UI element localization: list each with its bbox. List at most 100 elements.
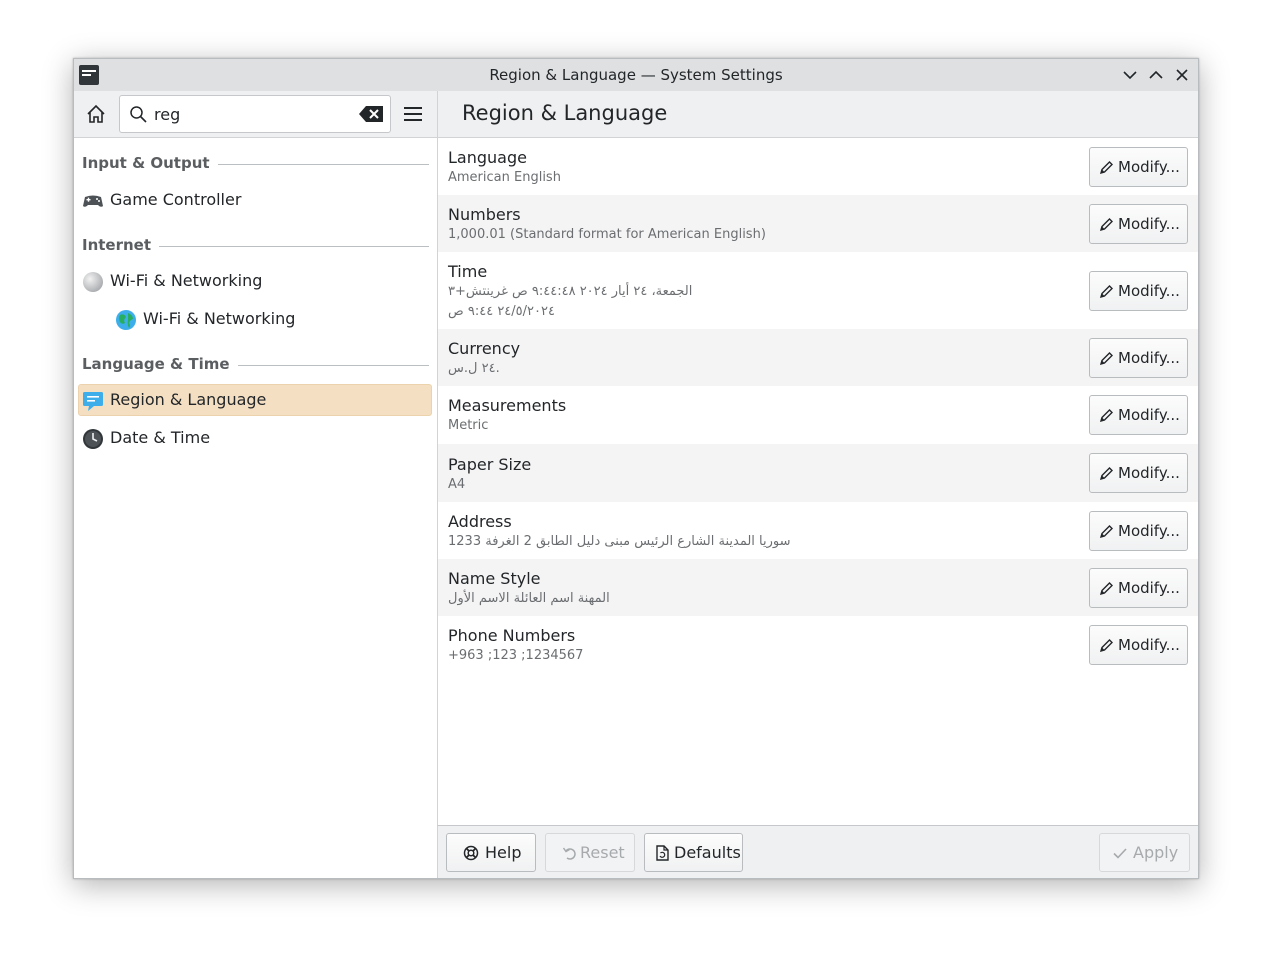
setting-title: Name Style	[448, 569, 541, 588]
modify-button-paper-size[interactable]: Modify...	[1089, 453, 1188, 493]
sidebar-item-wifi-networking[interactable]: Wi-Fi & Networking	[78, 265, 432, 297]
sidebar-item-label: Wi-Fi & Networking	[143, 309, 296, 328]
checkmark-icon	[1112, 845, 1128, 861]
setting-value: A4	[448, 477, 466, 492]
setting-title: Language	[448, 148, 527, 167]
category-label: Internet	[82, 236, 160, 254]
edit-pencil-icon	[1099, 524, 1114, 539]
setting-value: American English	[448, 170, 561, 185]
modify-button-address[interactable]: Modify...	[1089, 511, 1188, 551]
edit-pencil-icon	[1099, 284, 1114, 299]
modify-label: Modify...	[1118, 464, 1180, 482]
modify-label: Modify...	[1118, 282, 1180, 300]
region-language-icon	[82, 390, 104, 412]
setting-title: Numbers	[448, 205, 521, 224]
system-settings-window: Region & Language — System Settings reg …	[73, 58, 1199, 879]
modify-button-phone-numbers[interactable]: Modify...	[1089, 625, 1188, 665]
setting-value: المهنة اسم العائلة الاسم الأول	[448, 591, 610, 606]
maximize-icon[interactable]	[1148, 67, 1164, 83]
edit-pencil-icon	[1099, 638, 1114, 653]
apply-label: Apply	[1133, 843, 1179, 862]
gamepad-icon	[82, 190, 104, 212]
setting-row-name-style: Name Style المهنة اسم العائلة الاسم الأو…	[438, 559, 1198, 616]
setting-row-address: Address 123سوريا المدينة الشارع الرئيس م…	[438, 502, 1198, 559]
edit-pencil-icon	[1099, 351, 1114, 366]
minimize-icon[interactable]	[1122, 67, 1138, 83]
page-title: Region & Language	[462, 101, 668, 125]
setting-value: +963 ;123 ;1234567	[448, 648, 584, 663]
modify-label: Modify...	[1118, 579, 1180, 597]
setting-value: 123سوريا المدينة الشارع الرئيس مبنى دليل…	[448, 534, 791, 549]
edit-pencil-icon	[1099, 581, 1114, 596]
edit-pencil-icon	[1099, 408, 1114, 423]
sidebar-item-label: Game Controller	[110, 190, 242, 209]
content-header: Region & Language	[437, 91, 1198, 138]
modify-button-numbers[interactable]: Modify...	[1089, 204, 1188, 244]
sidebar: Input & Output Game Controller Internet …	[74, 138, 437, 878]
help-lifebuoy-icon	[463, 845, 479, 861]
modify-button-measurements[interactable]: Modify...	[1089, 395, 1188, 435]
setting-title: Phone Numbers	[448, 626, 576, 645]
window-title: Region & Language — System Settings	[489, 66, 783, 84]
category-language-time: Language & Time	[82, 355, 429, 375]
network-globe-icon	[82, 271, 104, 293]
sidebar-item-region-language[interactable]: Region & Language	[78, 384, 432, 416]
sidebar-item-date-time[interactable]: Date & Time	[78, 422, 432, 454]
modify-button-time[interactable]: Modify...	[1089, 271, 1188, 311]
modify-label: Modify...	[1118, 215, 1180, 233]
undo-icon	[562, 845, 578, 861]
edit-pencil-icon	[1099, 466, 1114, 481]
reset-button[interactable]: Reset	[545, 833, 635, 872]
setting-row-phone-numbers: Phone Numbers +963 ;123 ;1234567 Modify.…	[438, 616, 1198, 673]
defaults-label: Defaults	[674, 843, 741, 862]
setting-row-language: Language American English Modify...	[438, 138, 1198, 195]
modify-label: Modify...	[1118, 406, 1180, 424]
sidebar-item-wifi-networking-sub[interactable]: Wi-Fi & Networking	[78, 303, 432, 335]
setting-value-long-format: الجمعة، ٢٤ أيار ٢٠٢٤ ٩:٤٤:٤٨ ص غرينتش+٣	[448, 284, 693, 299]
setting-value: ٢٤ ل.س.	[448, 361, 500, 376]
search-icon	[129, 105, 147, 123]
edit-pencil-icon	[1099, 160, 1114, 175]
category-label: Language & Time	[82, 355, 238, 373]
sidebar-toolbar	[74, 91, 437, 138]
modify-button-currency[interactable]: Modify...	[1089, 338, 1188, 378]
close-icon[interactable]	[1174, 67, 1190, 83]
setting-value: 1,000.01 (Standard format for American E…	[448, 227, 766, 242]
sidebar-item-label: Wi-Fi & Networking	[110, 271, 263, 290]
edit-pencil-icon	[1099, 217, 1114, 232]
modify-label: Modify...	[1118, 522, 1180, 540]
title-bar[interactable]: Region & Language — System Settings	[74, 59, 1198, 91]
setting-title: Currency	[448, 339, 521, 358]
sidebar-item-label: Region & Language	[110, 390, 267, 409]
document-revert-icon	[654, 845, 670, 861]
modify-button-name-style[interactable]: Modify...	[1089, 568, 1188, 608]
setting-title: Measurements	[448, 396, 567, 415]
category-input-output: Input & Output	[82, 154, 429, 174]
setting-title: Paper Size	[448, 455, 532, 474]
settings-list: Language American English Modify... Numb…	[437, 138, 1198, 825]
setting-row-measurements: Measurements Metric Modify...	[438, 386, 1198, 444]
home-icon[interactable]	[85, 103, 107, 125]
clear-text-icon[interactable]	[358, 105, 384, 123]
modify-label: Modify...	[1118, 636, 1180, 654]
setting-title: Time	[448, 262, 488, 281]
setting-row-currency: Currency ٢٤ ل.س. Modify...	[438, 329, 1198, 386]
sidebar-item-game-controller[interactable]: Game Controller	[78, 184, 432, 216]
modify-label: Modify...	[1118, 349, 1180, 367]
help-label: Help	[485, 843, 522, 862]
category-label: Input & Output	[82, 154, 218, 172]
apply-button[interactable]: Apply	[1099, 833, 1190, 872]
defaults-button[interactable]: Defaults	[644, 833, 743, 872]
setting-value-short-format: ٢٤/٥/٢٠٢٤ ٩:٤٤ ص	[448, 304, 555, 319]
hamburger-menu-icon[interactable]	[402, 104, 424, 124]
reset-label: Reset	[580, 843, 625, 862]
setting-row-paper-size: Paper Size A4 Modify...	[438, 444, 1198, 502]
modify-button-language[interactable]: Modify...	[1089, 147, 1188, 187]
clock-icon	[82, 428, 104, 450]
setting-row-time: Time الجمعة، ٢٤ أيار ٢٠٢٤ ٩:٤٤:٤٨ ص غرين…	[438, 252, 1198, 329]
search-input[interactable]	[154, 103, 344, 125]
setting-value: Metric	[448, 418, 489, 433]
search-field[interactable]	[119, 95, 391, 133]
help-button[interactable]: Help	[446, 833, 536, 872]
modify-label: Modify...	[1118, 158, 1180, 176]
